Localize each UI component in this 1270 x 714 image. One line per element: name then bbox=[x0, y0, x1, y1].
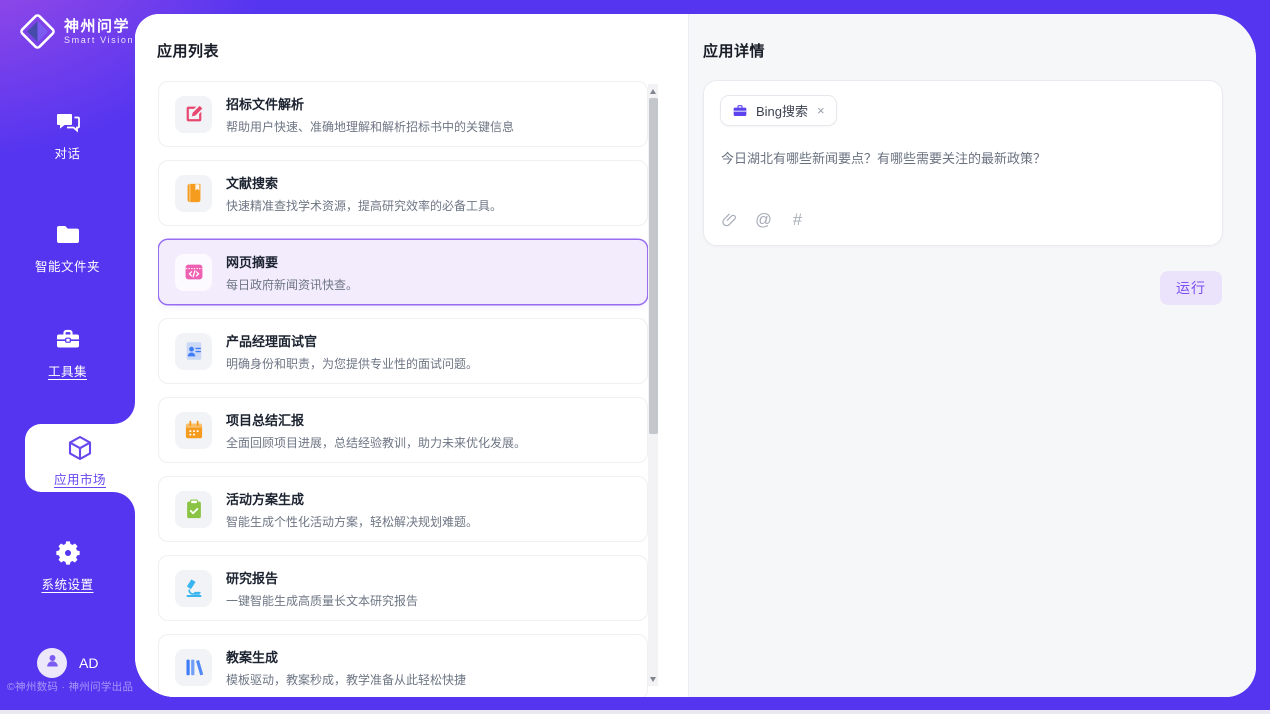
paperclip-icon[interactable] bbox=[721, 212, 738, 229]
cube-icon bbox=[25, 433, 135, 463]
app-card-literature-search[interactable]: 文献搜索 快速精准查找学术资源，提高研究效率的必备工具。 bbox=[158, 160, 648, 226]
sidebar-item-toolset[interactable]: 工具集 bbox=[0, 325, 135, 381]
app-card-desc: 快速精准查找学术资源，提高研究效率的必备工具。 bbox=[226, 197, 502, 214]
at-icon[interactable]: @ bbox=[755, 212, 772, 229]
app-card-web-summary[interactable]: 网页摘要 每日政府新闻资讯快查。 bbox=[158, 239, 648, 305]
book-icon bbox=[183, 182, 205, 204]
app-card-desc: 一键智能生成高质量长文本研究报告 bbox=[226, 592, 418, 609]
app-card-title: 招标文件解析 bbox=[226, 94, 514, 113]
microscope-icon bbox=[183, 577, 205, 599]
user-name: AD bbox=[79, 655, 98, 671]
app-card-pm-interviewer[interactable]: 产品经理面试官 明确身份和职责，为您提供专业性的面试问题。 bbox=[158, 318, 648, 384]
brand-name: 神州问学 bbox=[64, 18, 134, 35]
copyright-footer: ©神州数码 · 神州问学出品 bbox=[7, 679, 133, 694]
app-card-title: 网页摘要 bbox=[226, 252, 358, 271]
app-list-panel: 应用列表 招标文件解析 帮助用户快速、准确地理解和解析招标书中的关键信息 文献搜… bbox=[135, 14, 688, 697]
sidebar-item-app-market[interactable]: 应用市场 bbox=[25, 424, 135, 492]
folder-icon bbox=[0, 220, 135, 250]
books-icon bbox=[183, 656, 205, 678]
bubble-notch-bottom bbox=[113, 492, 135, 514]
app-card-desc: 全面回顾项目进展，总结经验教训，助力未来优化发展。 bbox=[226, 434, 526, 451]
app-card-desc: 明确身份和职责，为您提供专业性的面试问题。 bbox=[226, 355, 478, 372]
sidebar-item-system-settings[interactable]: 系统设置 bbox=[0, 538, 135, 594]
calendar-icon bbox=[183, 419, 205, 441]
close-icon[interactable]: × bbox=[817, 104, 825, 117]
scrollbar[interactable] bbox=[648, 84, 658, 686]
scroll-down-icon[interactable] bbox=[648, 673, 658, 685]
toolbox-icon bbox=[0, 325, 135, 355]
query-input[interactable]: 今日湖北有哪些新闻要点？有哪些需要关注的最新政策？ bbox=[721, 149, 1200, 168]
run-button[interactable]: 运行 bbox=[1160, 271, 1222, 305]
app-list: 招标文件解析 帮助用户快速、准确地理解和解析招标书中的关键信息 文献搜索 快速精… bbox=[158, 81, 648, 697]
hash-icon[interactable]: # bbox=[789, 212, 806, 229]
app-card-desc: 智能生成个性化活动方案，轻松解决规划难题。 bbox=[226, 513, 478, 530]
sidebar: 神州问学 Smart Vision 对话 智能文件夹 工具集 应用市场 系统设置… bbox=[0, 0, 135, 710]
app-card-event-plan[interactable]: 活动方案生成 智能生成个性化活动方案，轻松解决规划难题。 bbox=[158, 476, 648, 542]
tool-tag-bing-search[interactable]: Bing搜索 × bbox=[720, 95, 837, 126]
app-card-title: 文献搜索 bbox=[226, 173, 502, 192]
app-card-title: 活动方案生成 bbox=[226, 489, 478, 508]
edit-document-icon bbox=[183, 103, 205, 125]
app-list-title: 应用列表 bbox=[157, 40, 219, 61]
app-card-desc: 模板驱动，教案秒成，教学准备从此轻松快捷 bbox=[226, 671, 466, 688]
app-detail-title: 应用详情 bbox=[703, 40, 765, 61]
prompt-composer[interactable]: Bing搜索 × 今日湖北有哪些新闻要点？有哪些需要关注的最新政策？ @# bbox=[703, 80, 1223, 246]
sidebar-item-label: 智能文件夹 bbox=[35, 260, 100, 274]
clipboard-check-icon bbox=[183, 498, 205, 520]
app-card-bid-parse[interactable]: 招标文件解析 帮助用户快速、准确地理解和解析招标书中的关键信息 bbox=[158, 81, 648, 147]
app-card-title: 产品经理面试官 bbox=[226, 331, 478, 350]
user-icon bbox=[44, 652, 61, 674]
app-card-title: 项目总结汇报 bbox=[226, 410, 526, 429]
user-account[interactable]: AD bbox=[37, 648, 98, 678]
brand-logo: 神州问学 Smart Vision bbox=[18, 12, 134, 51]
composer-toolbar: @# bbox=[721, 212, 806, 229]
scrollbar-thumb[interactable] bbox=[649, 98, 658, 434]
app-detail-panel: 应用详情 Bing搜索 × 今日湖北有哪些新闻要点？有哪些需要关注的最新政策？ … bbox=[688, 14, 1256, 697]
sidebar-item-label: 应用市场 bbox=[54, 473, 106, 487]
app-card-title: 研究报告 bbox=[226, 568, 418, 587]
app-card-desc: 帮助用户快速、准确地理解和解析招标书中的关键信息 bbox=[226, 118, 514, 135]
sidebar-item-smart-folder[interactable]: 智能文件夹 bbox=[0, 220, 135, 276]
app-card-desc: 每日政府新闻资讯快查。 bbox=[226, 276, 358, 293]
scroll-up-icon[interactable] bbox=[648, 85, 658, 97]
app-card-project-summary[interactable]: 项目总结汇报 全面回顾项目进展，总结经验教训，助力未来优化发展。 bbox=[158, 397, 648, 463]
diamond-logo-icon bbox=[18, 12, 57, 51]
briefcase-icon bbox=[732, 103, 748, 119]
sidebar-item-label: 系统设置 bbox=[41, 578, 93, 592]
sidebar-item-label: 工具集 bbox=[48, 365, 87, 379]
sidebar-item-chat[interactable]: 对话 bbox=[0, 107, 135, 163]
sidebar-item-label: 对话 bbox=[54, 147, 80, 161]
app-card-title: 教案生成 bbox=[226, 647, 466, 666]
chat-icon bbox=[0, 107, 135, 137]
app-card-research-report[interactable]: 研究报告 一键智能生成高质量长文本研究报告 bbox=[158, 555, 648, 621]
bubble-notch-top bbox=[113, 402, 135, 424]
app-card-lesson-plan[interactable]: 教案生成 模板驱动，教案秒成，教学准备从此轻松快捷 bbox=[158, 634, 648, 697]
avatar bbox=[37, 648, 67, 678]
browser-code-icon bbox=[183, 261, 205, 283]
gear-icon bbox=[0, 538, 135, 568]
tool-tag-label: Bing搜索 bbox=[756, 101, 808, 120]
brand-tagline: Smart Vision bbox=[64, 35, 134, 45]
app-window: 神州问学 Smart Vision 对话 智能文件夹 工具集 应用市场 系统设置… bbox=[0, 0, 1270, 710]
interviewer-icon bbox=[183, 340, 205, 362]
main-content: 应用列表 招标文件解析 帮助用户快速、准确地理解和解析招标书中的关键信息 文献搜… bbox=[135, 14, 1256, 697]
